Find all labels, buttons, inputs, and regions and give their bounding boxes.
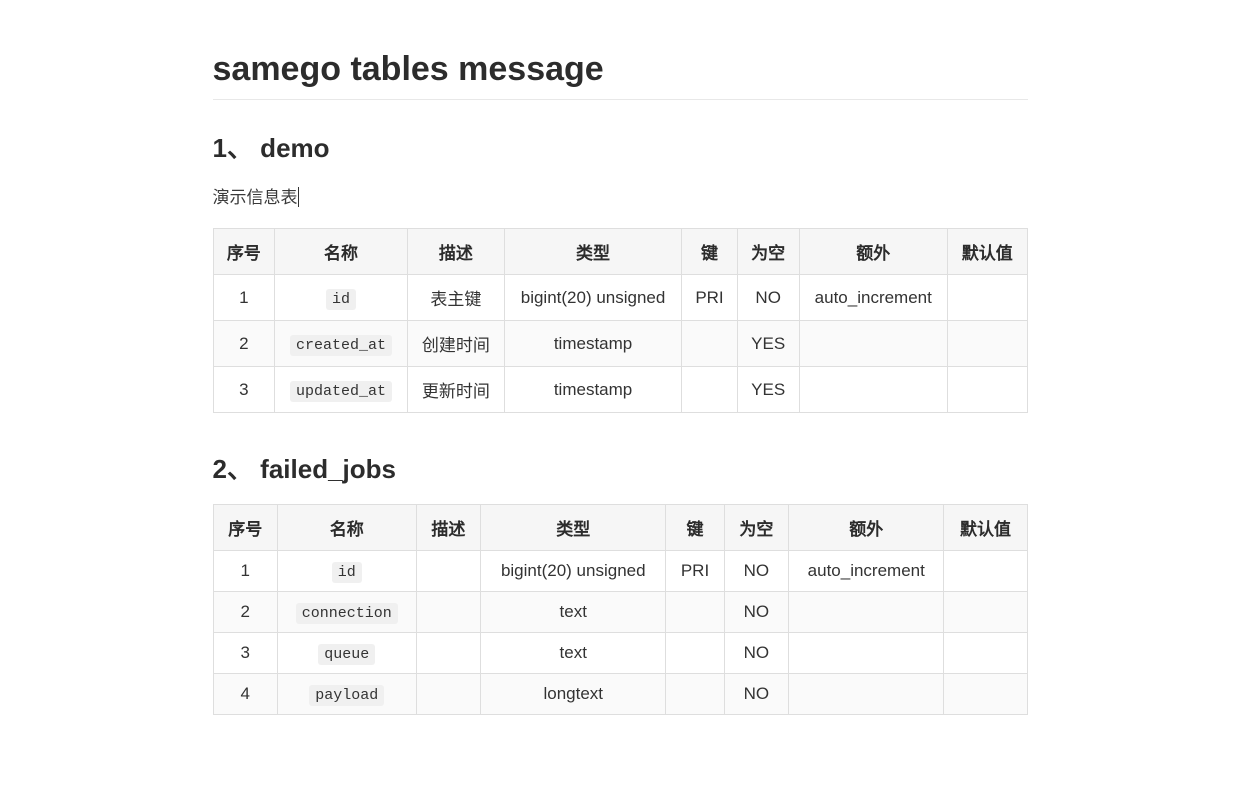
field-name-code: created_at [290, 335, 392, 356]
section-description: 演示信息表 [213, 183, 299, 208]
table-header-cell: 类型 [504, 229, 681, 275]
table-cell: 2 [213, 592, 277, 633]
section: 2、 failed_jobs序号名称描述类型键为空额外默认值1idbigint(… [213, 449, 1028, 715]
table-cell [682, 367, 738, 413]
schema-table: 序号名称描述类型键为空额外默认值1id表主键bigint(20) unsigne… [213, 228, 1028, 413]
table-cell [666, 674, 724, 715]
table-cell [666, 633, 724, 674]
table-cell: 创建时间 [407, 321, 504, 367]
table-cell [944, 592, 1027, 633]
table-cell: 1 [213, 551, 277, 592]
table-cell: text [481, 633, 666, 674]
table-cell: bigint(20) unsigned [504, 275, 681, 321]
table-row: 3 updated_at 更新时间timestamp YES [213, 367, 1027, 413]
field-name-code: id [326, 289, 356, 310]
table-cell: text [481, 592, 666, 633]
table-cell: 更新时间 [407, 367, 504, 413]
table-cell [682, 321, 738, 367]
description-text: 演示信息表 [213, 188, 298, 207]
table-cell [666, 592, 724, 633]
field-name-code: id [332, 562, 362, 583]
schema-table: 序号名称描述类型键为空额外默认值1idbigint(20) unsignedPR… [213, 504, 1028, 715]
table-header-row: 序号名称描述类型键为空额外默认值 [213, 505, 1027, 551]
field-name-code: connection [296, 603, 398, 624]
table-row: 4 payload longtext NO [213, 674, 1027, 715]
table-cell [789, 633, 944, 674]
table-row: 2 created_at 创建时间timestamp YES [213, 321, 1027, 367]
table-cell [416, 551, 480, 592]
table-cell: 3 [213, 633, 277, 674]
table-header-cell: 为空 [724, 505, 788, 551]
table-cell: 3 [213, 367, 275, 413]
table-cell: auto_increment [789, 551, 944, 592]
table-header-cell: 描述 [407, 229, 504, 275]
table-cell: NO [737, 275, 799, 321]
table-cell: id [277, 551, 416, 592]
table-header-cell: 类型 [481, 505, 666, 551]
table-cell [799, 367, 948, 413]
table-cell [944, 551, 1027, 592]
table-cell: PRI [682, 275, 738, 321]
table-cell [416, 592, 480, 633]
table-row: 1 id bigint(20) unsignedPRINOauto_incremen… [213, 551, 1027, 592]
table-cell: YES [737, 321, 799, 367]
table-cell [944, 633, 1027, 674]
table-cell: updated_at [275, 367, 408, 413]
section: 1、 demo演示信息表序号名称描述类型键为空额外默认值1id表主键bigint… [213, 128, 1028, 413]
table-cell: 2 [213, 321, 275, 367]
section-heading: 1、 demo [213, 128, 1028, 165]
table-cell: id [275, 275, 408, 321]
table-cell: timestamp [504, 367, 681, 413]
table-header-cell: 默认值 [948, 229, 1027, 275]
table-cell: 4 [213, 674, 277, 715]
table-cell [948, 321, 1027, 367]
table-cell [416, 633, 480, 674]
table-row: 2 connection text NO [213, 592, 1027, 633]
table-cell: bigint(20) unsigned [481, 551, 666, 592]
table-cell [799, 321, 948, 367]
table-row: 3 queue text NO [213, 633, 1027, 674]
field-name-code: payload [309, 685, 384, 706]
table-cell: NO [724, 551, 788, 592]
table-header-cell: 为空 [737, 229, 799, 275]
table-header-cell: 序号 [213, 229, 275, 275]
table-cell [948, 275, 1027, 321]
table-header-cell: 额外 [789, 505, 944, 551]
table-cell: 表主键 [407, 275, 504, 321]
table-header-cell: 序号 [213, 505, 277, 551]
table-cell: connection [277, 592, 416, 633]
table-header-cell: 名称 [275, 229, 408, 275]
table-header-cell: 键 [666, 505, 724, 551]
table-header-cell: 名称 [277, 505, 416, 551]
table-cell: NO [724, 674, 788, 715]
table-header-cell: 默认值 [944, 505, 1027, 551]
table-cell [944, 674, 1027, 715]
field-name-code: updated_at [290, 381, 392, 402]
page-title: samego tables message [213, 50, 1028, 100]
table-header-cell: 额外 [799, 229, 948, 275]
table-cell: longtext [481, 674, 666, 715]
table-header-row: 序号名称描述类型键为空额外默认值 [213, 229, 1027, 275]
table-cell [789, 592, 944, 633]
text-cursor [298, 187, 299, 207]
table-cell: 1 [213, 275, 275, 321]
section-heading: 2、 failed_jobs [213, 449, 1028, 486]
table-cell: queue [277, 633, 416, 674]
table-cell: created_at [275, 321, 408, 367]
table-cell: NO [724, 592, 788, 633]
table-cell [789, 674, 944, 715]
table-cell: payload [277, 674, 416, 715]
table-row: 1 id 表主键bigint(20) unsignedPRINOauto_incre… [213, 275, 1027, 321]
table-cell [948, 367, 1027, 413]
field-name-code: queue [318, 644, 375, 665]
table-cell: auto_increment [799, 275, 948, 321]
table-header-cell: 键 [682, 229, 738, 275]
table-cell: timestamp [504, 321, 681, 367]
table-cell: NO [724, 633, 788, 674]
table-cell [416, 674, 480, 715]
table-header-cell: 描述 [416, 505, 480, 551]
table-cell: PRI [666, 551, 724, 592]
document-container: samego tables message 1、 demo演示信息表序号名称描述… [193, 50, 1048, 715]
table-cell: YES [737, 367, 799, 413]
